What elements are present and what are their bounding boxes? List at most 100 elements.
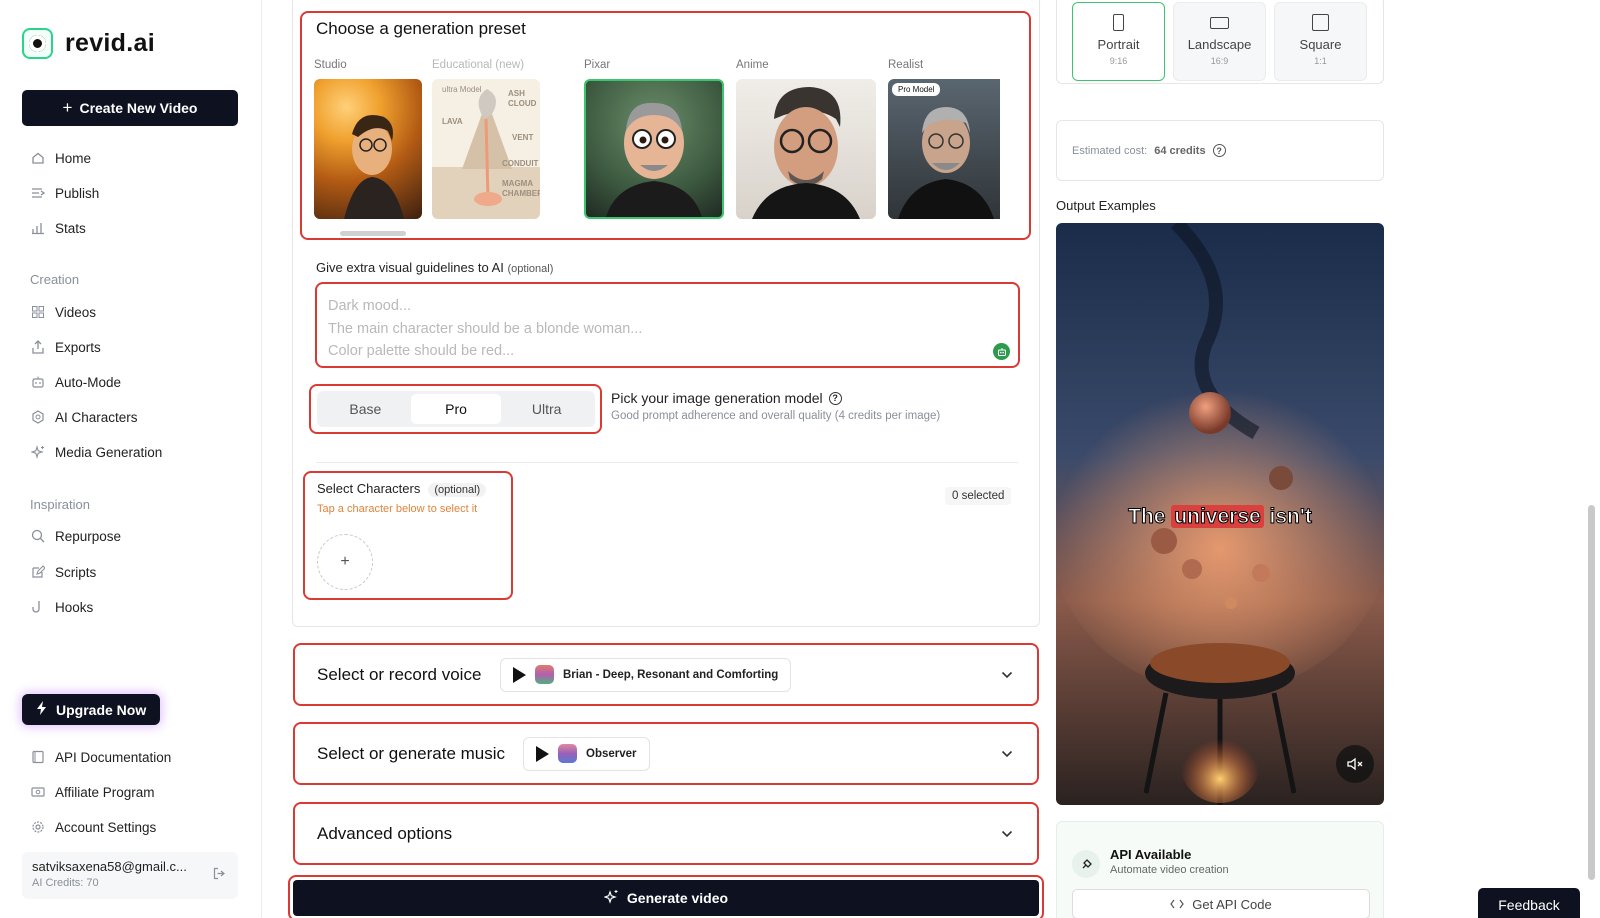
upgrade-now-button[interactable]: Upgrade Now	[22, 694, 161, 725]
format-landscape[interactable]: Landscape 16:9	[1173, 2, 1266, 81]
cost-text: Estimated cost: 64 credits ?	[1072, 144, 1226, 157]
preset-section: Choose a generation preset Studio Educat…	[300, 11, 1031, 240]
sidebar-item-api-documentation[interactable]: API Documentation	[30, 746, 171, 768]
preset-thumbnail	[314, 79, 422, 219]
characters-title: Select Characters (optional)	[317, 481, 487, 497]
create-new-video-button[interactable]: + Create New Video	[22, 90, 238, 126]
sidebar-item-videos[interactable]: Videos	[30, 301, 96, 323]
format-ratio: 1:1	[1314, 56, 1327, 66]
logo[interactable]: revid.ai	[22, 28, 155, 59]
diagram-tag: LAVA	[442, 117, 463, 126]
sidebar-item-ai-characters[interactable]: AI Characters	[30, 406, 138, 428]
diagram-tag: MAGMA CHAMBER	[502, 179, 540, 198]
characters-title-text: Select Characters	[317, 481, 421, 496]
app-root: revid.ai + Create New Video Home Publish…	[0, 0, 1600, 918]
music-name: Observer	[586, 747, 637, 760]
preset-studio[interactable]: Studio	[314, 59, 422, 219]
portrait-icon	[1113, 14, 1124, 31]
logo-text: revid.ai	[65, 29, 155, 57]
sidebar-item-publish[interactable]: Publish	[30, 182, 99, 204]
pro-model-badge: Pro Model	[892, 83, 941, 96]
sidebar-item-hooks[interactable]: Hooks	[30, 596, 93, 618]
format-selector: Portrait 9:16 Landscape 16:9 Square 1:1	[1056, 0, 1384, 84]
api-card: API Available Automate video creation Ge…	[1056, 821, 1384, 918]
sidebar-item-home[interactable]: Home	[30, 147, 91, 169]
logout-icon[interactable]	[213, 867, 226, 883]
api-title: API Available	[1110, 847, 1192, 862]
sidebar-item-label: Auto-Mode	[55, 374, 122, 390]
diagram-tag: CONDUIT	[502, 159, 539, 168]
help-icon[interactable]: ?	[1212, 144, 1226, 157]
sidebar-item-label: Repurpose	[55, 528, 122, 544]
guidelines-placeholder: Dark mood... The main character should b…	[328, 298, 643, 359]
sidebar-item-label: Home	[55, 150, 92, 166]
music-selection-pill[interactable]: Observer	[523, 736, 650, 771]
guidelines-label-text: Give extra visual guidelines to AI	[316, 260, 504, 275]
mute-icon[interactable]	[1336, 745, 1374, 783]
ai-assist-icon[interactable]	[993, 343, 1010, 360]
characters-hint: Tap a character below to select it	[317, 503, 478, 515]
account-credits: AI Credits: 70	[32, 877, 99, 889]
get-api-code-button[interactable]: Get API Code	[1072, 889, 1370, 918]
diagram-tag: VENT	[512, 133, 534, 142]
music-accordion[interactable]: Select or generate music Observer	[293, 722, 1039, 785]
preset-thumbnail: ultra Model ASH CLOUD LAVA VENT CONDUIT …	[432, 79, 540, 219]
account-card[interactable]: satviksaxena58@gmail.c... AI Credits: 70	[22, 852, 238, 899]
add-character-button[interactable]: +	[317, 534, 373, 590]
sidebar-item-account-settings[interactable]: Account Settings	[30, 816, 156, 838]
sidebar-item-label: Hooks	[55, 599, 94, 615]
sidebar-item-exports[interactable]: Exports	[30, 336, 101, 358]
section-heading-creation: Creation	[30, 272, 80, 287]
preset-thumbnail	[736, 79, 876, 219]
sidebar-item-media-generation[interactable]: Media Generation	[30, 441, 162, 463]
sidebar-item-scripts[interactable]: Scripts	[30, 561, 96, 583]
generate-video-button[interactable]: Generate video	[293, 880, 1039, 916]
output-example-video[interactable]: The universe isn't	[1056, 223, 1384, 805]
voice-accordion[interactable]: Select or record voice Brian - Deep, Res…	[293, 643, 1039, 706]
preset-realist[interactable]: Realist Pro Model	[888, 59, 1000, 219]
sidebar-item-label: Videos	[55, 304, 97, 320]
sidebar-item-label: AI Characters	[55, 409, 138, 425]
model-option-ultra[interactable]: Ultra	[501, 394, 592, 424]
preset-anime[interactable]: Anime	[736, 59, 876, 219]
page-scrollbar[interactable]	[1588, 505, 1595, 880]
upload-icon	[30, 340, 45, 355]
play-icon[interactable]	[513, 666, 526, 683]
search-icon	[30, 529, 45, 544]
selected-count-badge: 0 selected	[945, 487, 1012, 505]
cost-label: Estimated cost:	[1072, 144, 1148, 157]
sidebar-item-stats[interactable]: Stats	[30, 217, 86, 239]
guidelines-textarea[interactable]: Dark mood... The main character should b…	[315, 282, 1020, 368]
sidebar-item-label: Affiliate Program	[55, 784, 155, 800]
preset-pixar[interactable]: Pixar	[584, 59, 724, 219]
caption-word: isn't	[1269, 505, 1312, 529]
format-ratio: 9:16	[1109, 56, 1128, 66]
chevron-down-icon[interactable]	[1001, 747, 1013, 761]
chevron-down-icon[interactable]	[1001, 827, 1013, 841]
preset-educational[interactable]: Educational (new) ultra Model ASH CLOUD …	[432, 59, 540, 219]
model-option-base[interactable]: Base	[320, 394, 411, 424]
model-option-pro[interactable]: Pro	[410, 394, 502, 424]
cost-card: Estimated cost: 64 credits ?	[1056, 120, 1384, 181]
robot-icon	[30, 375, 45, 390]
edit-icon	[30, 565, 45, 580]
create-new-video-label: Create New Video	[79, 100, 198, 116]
lightning-icon	[36, 701, 48, 718]
api-subtitle: Automate video creation	[1110, 864, 1229, 876]
format-portrait[interactable]: Portrait 9:16	[1072, 2, 1165, 81]
help-icon[interactable]: ?	[828, 391, 842, 405]
sidebar-item-label: Stats	[55, 220, 86, 236]
logo-icon	[22, 28, 53, 59]
voice-selection-pill[interactable]: Brian - Deep, Resonant and Comforting	[500, 657, 792, 692]
advanced-options-accordion[interactable]: Advanced options	[293, 802, 1039, 865]
feedback-button[interactable]: Feedback	[1478, 888, 1580, 918]
sidebar-item-auto-mode[interactable]: Auto-Mode	[30, 371, 121, 393]
home-icon	[30, 151, 45, 166]
play-icon[interactable]	[536, 745, 549, 762]
format-square[interactable]: Square 1:1	[1274, 2, 1367, 81]
preset-scrollbar[interactable]	[340, 231, 406, 236]
sidebar-item-affiliate-program[interactable]: Affiliate Program	[30, 781, 155, 803]
chevron-down-icon[interactable]	[1001, 668, 1013, 682]
optional-tag: (optional)	[507, 263, 554, 275]
sidebar-item-repurpose[interactable]: Repurpose	[30, 525, 121, 547]
